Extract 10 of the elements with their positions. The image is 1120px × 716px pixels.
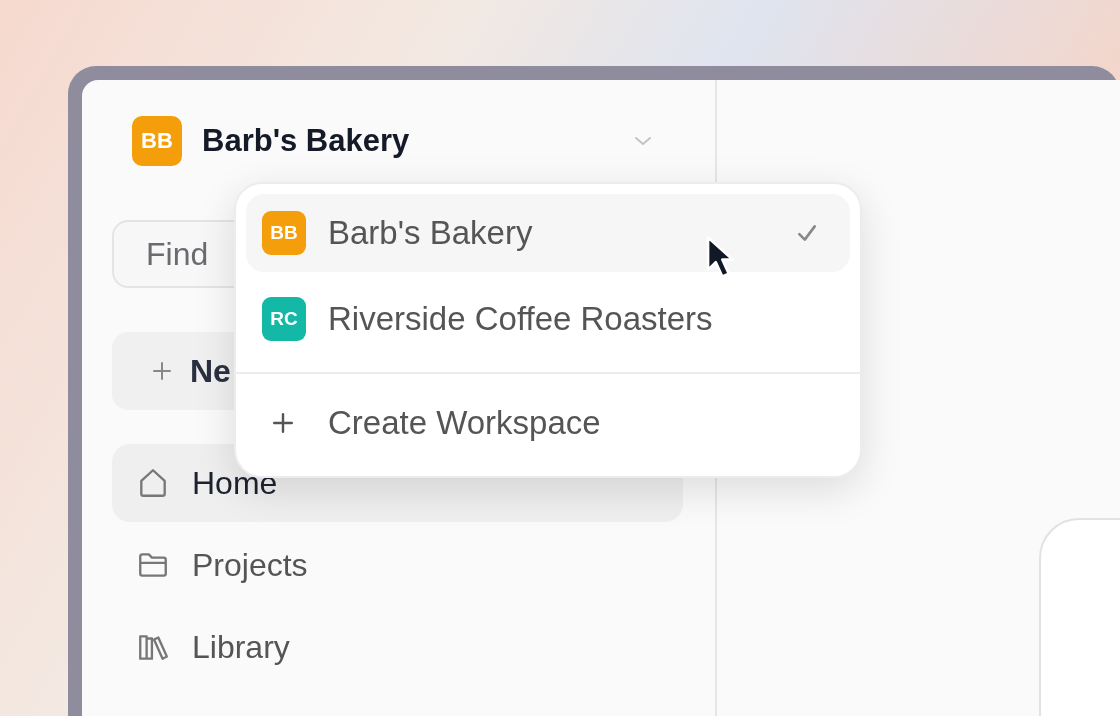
workspace-badge: BB — [132, 116, 182, 166]
nav-item[interactable]: Projects — [112, 526, 683, 604]
checkmark-icon — [796, 222, 818, 244]
workspace-option[interactable]: BB Barb's Bakery — [246, 194, 850, 272]
workspace-name[interactable]: Barb's Bakery — [202, 123, 613, 159]
plus-icon — [152, 361, 172, 381]
workspace-option[interactable]: RC Riverside Coffee Roasters — [246, 280, 850, 358]
plus-icon — [272, 412, 294, 434]
chevron-down-icon[interactable] — [633, 135, 653, 147]
nav-item[interactable]: Library — [112, 608, 683, 686]
